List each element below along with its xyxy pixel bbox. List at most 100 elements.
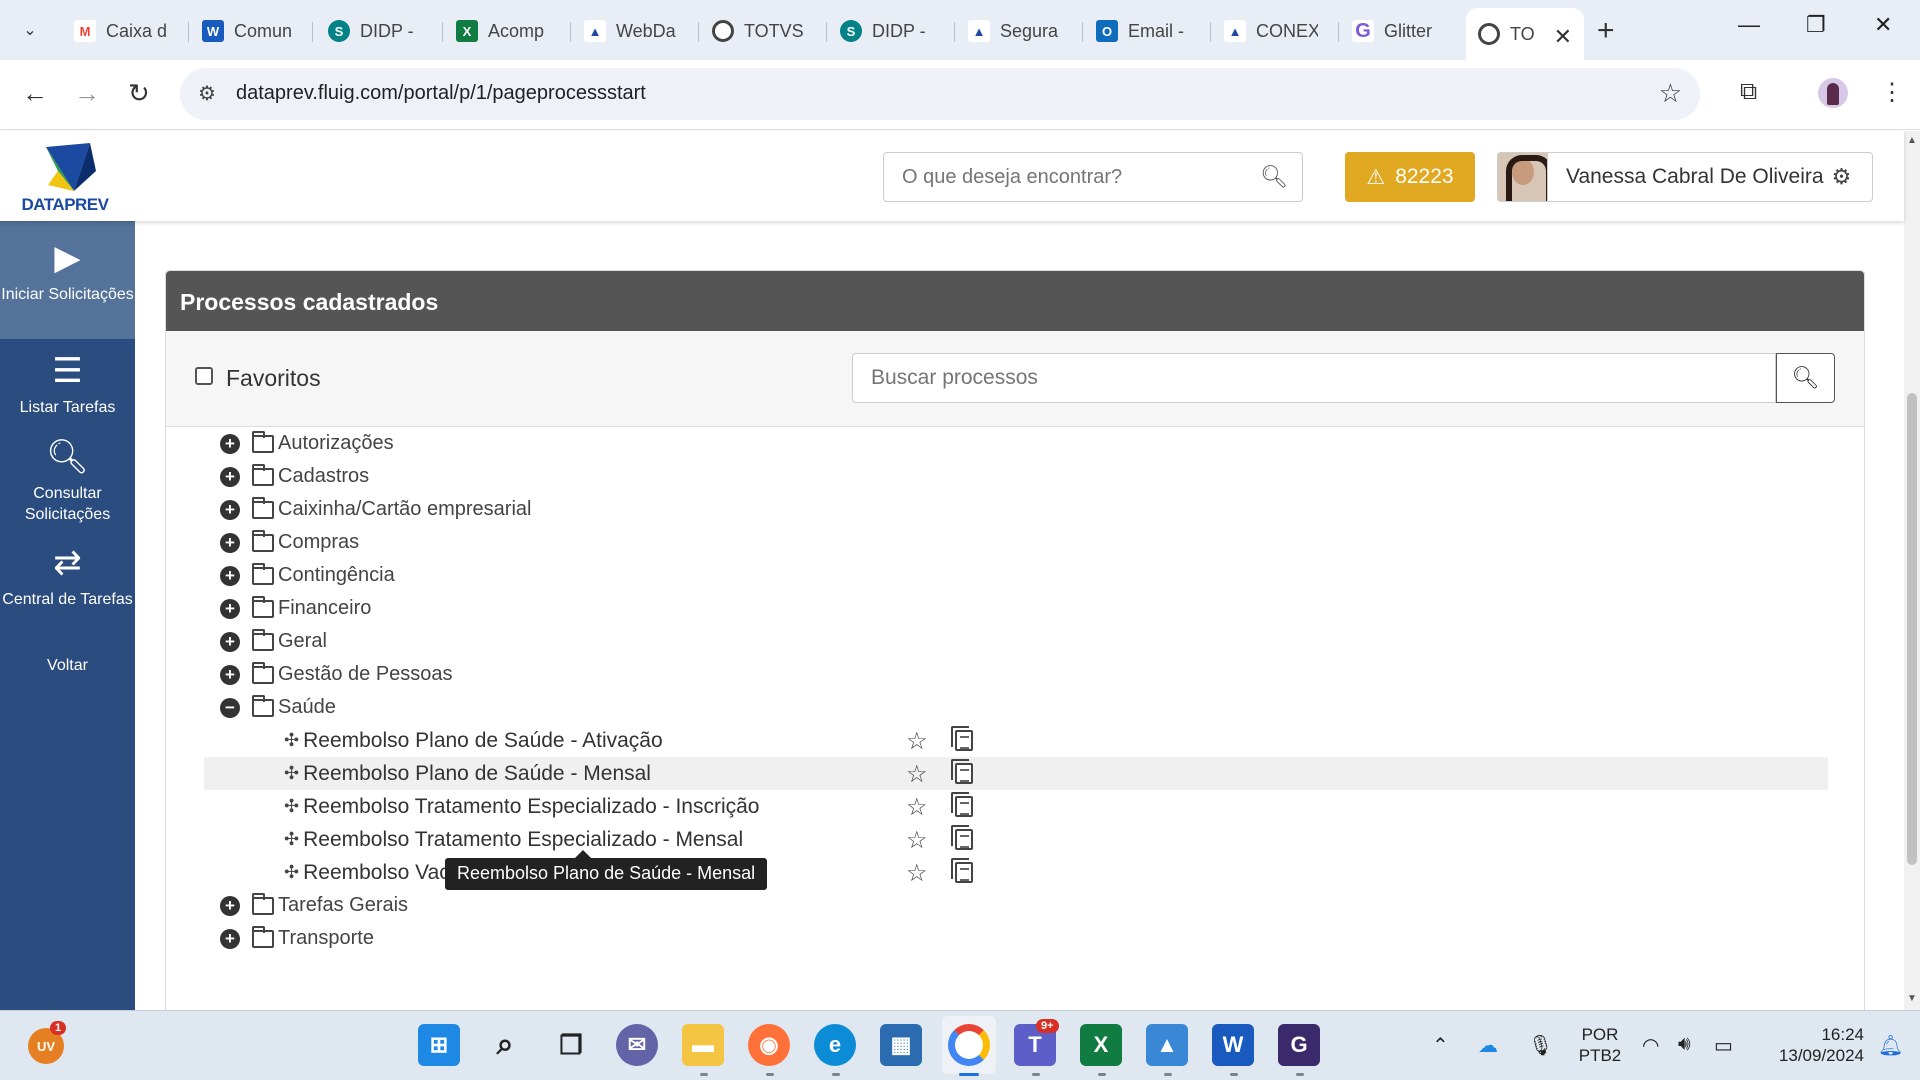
browser-tab-2[interactable]: W Comun	[190, 12, 312, 50]
tree-folder[interactable]: + Tarefas Gerais	[220, 889, 408, 922]
process-search[interactable]	[852, 353, 1776, 403]
process-item[interactable]: ✣ Reembolso Plano de Saúde - Ativação	[284, 724, 663, 757]
browser-tab-3[interactable]: S DIDP -	[316, 12, 442, 50]
expand-icon[interactable]: +	[220, 466, 240, 487]
tree-folder[interactable]: + Cadastros	[220, 460, 369, 493]
wifi-icon[interactable]: ◠	[1642, 1033, 1659, 1058]
copy-icon[interactable]	[951, 792, 973, 817]
menu-kebab-icon[interactable]: ⋮	[1880, 78, 1904, 107]
process-item[interactable]: ✣ Reembolso Tratamento Especializado - M…	[284, 823, 743, 856]
onedrive-icon[interactable]: ☁	[1478, 1033, 1498, 1058]
tab-search-chevron-icon[interactable]: ⌄	[8, 12, 52, 48]
browser-tab-1[interactable]: M Caixa d	[62, 12, 188, 50]
browser-tab-9[interactable]: O Email -	[1084, 12, 1210, 50]
minimize-icon[interactable]: —	[1738, 12, 1760, 38]
search-icon[interactable]: ⌕	[484, 1024, 526, 1066]
tree-folder[interactable]: + Geral	[220, 625, 327, 658]
browser-tab-11[interactable]: G Glitter	[1340, 12, 1466, 50]
gear-icon[interactable]: ⚙	[1832, 164, 1852, 190]
close-tab-icon[interactable]: ✕	[1554, 24, 1572, 50]
photos-icon[interactable]: ▲	[1146, 1024, 1188, 1066]
file-explorer-icon[interactable]: ▬	[682, 1024, 724, 1066]
expand-icon[interactable]: +	[220, 664, 240, 685]
folder-label[interactable]: Tarefas Gerais	[278, 894, 408, 917]
chevron-up-icon[interactable]: ⌃	[1432, 1033, 1449, 1058]
folder-label[interactable]: Autorizações	[278, 432, 394, 455]
profile-avatar[interactable]	[1818, 78, 1848, 108]
restore-icon[interactable]: ❐	[1806, 12, 1826, 38]
input-language[interactable]: POR PTB2	[1570, 1024, 1630, 1066]
folder-label[interactable]: Saúde	[278, 696, 336, 719]
process-item[interactable]: ✣ Reembolso Tratamento Especializado - I…	[284, 790, 759, 823]
chrome-icon[interactable]	[948, 1024, 990, 1066]
browser-tab-8[interactable]: ▲ Segura	[956, 12, 1082, 50]
sidebar-item-voltar[interactable]: Voltar	[0, 655, 135, 685]
browser-tab-active[interactable]: TO ✕	[1466, 8, 1584, 60]
scroll-down-icon[interactable]: ▼	[1907, 993, 1917, 1004]
tree-folder[interactable]: + Caixinha/Cartão empresarial	[220, 493, 531, 526]
expand-icon[interactable]: +	[220, 433, 240, 454]
word-icon[interactable]: W	[1212, 1024, 1254, 1066]
favorite-star-icon[interactable]: ☆	[906, 859, 928, 888]
folder-label[interactable]: Transporte	[278, 927, 374, 950]
tree-folder[interactable]: + Financeiro	[220, 592, 371, 625]
folder-label[interactable]: Caixinha/Cartão empresarial	[278, 498, 531, 521]
process-item[interactable]: ✣ Reembolso Plano de Saúde - Mensal	[284, 757, 651, 790]
global-search[interactable]: 🔍︎	[883, 152, 1303, 202]
favorites-checkbox[interactable]	[195, 367, 213, 385]
forward-icon[interactable]: →	[74, 78, 100, 109]
browser-tab-10[interactable]: ▲ CONEX	[1212, 12, 1338, 50]
volume-icon[interactable]: 🔊︎	[1678, 1033, 1691, 1056]
store-icon[interactable]: ▦	[880, 1024, 922, 1066]
folder-label[interactable]: Compras	[278, 531, 359, 554]
edge-icon[interactable]: e	[814, 1024, 856, 1066]
favorite-star-icon[interactable]: ☆	[906, 727, 928, 756]
tree-folder-expanded[interactable]: − Saúde	[220, 691, 336, 724]
sidebar-item-central-de-tarefas[interactable]: ⇄ Central de Tarefas	[0, 543, 135, 643]
scroll-up-icon[interactable]: ▲	[1907, 135, 1917, 146]
folder-label[interactable]: Geral	[278, 630, 327, 653]
browser-tab-6[interactable]: TOTVS	[700, 12, 826, 50]
folder-label[interactable]: Financeiro	[278, 597, 371, 620]
expand-icon[interactable]: +	[220, 631, 240, 652]
windows-start-icon[interactable]: ⊞	[418, 1024, 460, 1066]
process-search-input[interactable]	[853, 354, 1753, 402]
glitter-icon[interactable]: G	[1278, 1024, 1320, 1066]
tree-folder[interactable]: + Compras	[220, 526, 359, 559]
tree-folder[interactable]: + Transporte	[220, 922, 374, 955]
scrollbar-thumb[interactable]	[1907, 393, 1917, 865]
process-search-button[interactable]: 🔍︎	[1776, 353, 1835, 403]
url-text[interactable]: dataprev.fluig.com/portal/p/1/pageproces…	[236, 82, 646, 105]
close-window-icon[interactable]: ✕	[1874, 12, 1892, 38]
copy-icon[interactable]	[951, 726, 973, 751]
microphone-icon[interactable]: 🎙︎	[1528, 1033, 1553, 1058]
browser-tab-7[interactable]: S DIDP -	[828, 12, 954, 50]
excel-icon[interactable]: X	[1080, 1024, 1122, 1066]
favorites-label[interactable]: Favoritos	[226, 365, 321, 392]
sidebar-item-iniciar-solicitacoes[interactable]: ▶ Iniciar Solicitações	[0, 221, 135, 339]
expand-icon[interactable]: +	[220, 895, 240, 916]
site-settings-icon[interactable]: ⚙	[198, 81, 216, 106]
notifications-button[interactable]: ⚠ 82223	[1345, 152, 1475, 202]
expand-icon[interactable]: +	[220, 532, 240, 553]
new-tab-icon[interactable]: +	[1597, 14, 1615, 48]
notification-bell-icon[interactable]: 🔔︎	[1878, 1033, 1903, 1058]
chat-icon[interactable]: ✉	[616, 1024, 658, 1066]
search-icon[interactable]: 🔍︎	[1260, 164, 1288, 190]
folder-label[interactable]: Cadastros	[278, 465, 369, 488]
browser-tab-4[interactable]: X Acomp	[444, 12, 570, 50]
process-label[interactable]: Reembolso Plano de Saúde - Mensal	[303, 762, 651, 786]
favorite-star-icon[interactable]: ☆	[906, 793, 928, 822]
omnibox[interactable]: ⚙ dataprev.fluig.com/portal/p/1/pageproc…	[180, 68, 1700, 120]
expand-icon[interactable]: +	[220, 598, 240, 619]
sidebar-item-consultar-solicitacoes[interactable]: 🔍︎ Consultar Solicitações	[0, 437, 135, 537]
global-search-input[interactable]	[884, 153, 1244, 201]
copy-icon[interactable]	[951, 759, 973, 784]
bookmark-star-icon[interactable]: ☆	[1659, 78, 1682, 109]
clock[interactable]: 16:24 13/09/2024	[1756, 1024, 1864, 1066]
user-menu[interactable]: Vanessa Cabral De Oliveira ⚙	[1497, 152, 1873, 202]
battery-icon[interactable]: ▭	[1714, 1033, 1733, 1058]
expand-icon[interactable]: +	[220, 928, 240, 949]
process-label[interactable]: Reembolso Tratamento Especializado - Men…	[303, 828, 743, 852]
tree-folder[interactable]: + Contingência	[220, 559, 395, 592]
